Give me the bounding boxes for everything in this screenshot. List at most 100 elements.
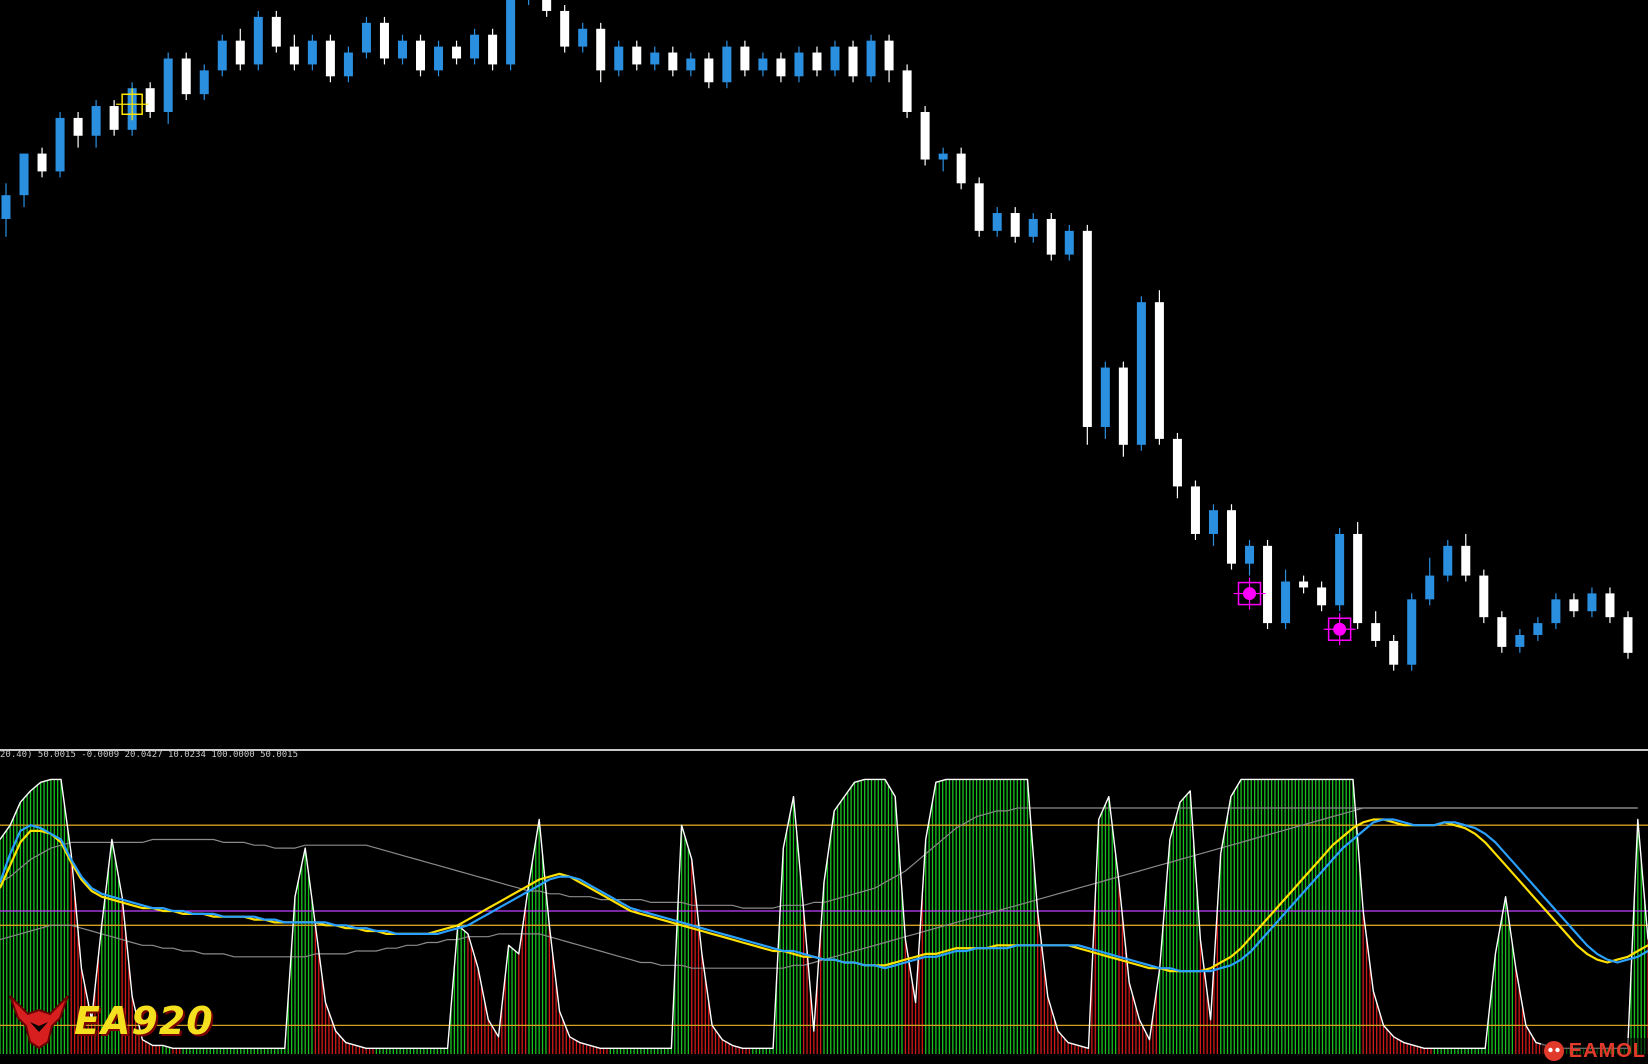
candle-body [506, 0, 516, 65]
candle-body [722, 46, 732, 83]
candle-body [470, 34, 480, 59]
candle-body [1479, 575, 1489, 618]
candle-body [1245, 545, 1255, 564]
eamol-watermark: EAMOL [1540, 1038, 1648, 1064]
candle-body [91, 106, 101, 136]
candle-body [1587, 593, 1597, 612]
candle-body [560, 10, 570, 47]
candle-body [1461, 545, 1471, 576]
candle-body [434, 46, 444, 71]
candle-body [1118, 367, 1128, 445]
candle-body [1353, 533, 1363, 624]
candle-body [542, 0, 552, 11]
candle-body [1082, 230, 1092, 427]
candle-body [920, 111, 930, 160]
candle-body [974, 183, 984, 231]
candle-body [1226, 510, 1236, 564]
candle-body [1371, 623, 1381, 641]
candle-body [704, 58, 714, 83]
candle-body [1172, 438, 1182, 487]
candle-body [37, 153, 47, 172]
candle-body [1605, 593, 1615, 618]
candle-body [217, 40, 227, 71]
candle-body [289, 46, 299, 65]
candle-body [1190, 486, 1200, 534]
candle-body [650, 52, 660, 65]
candle-body [794, 52, 804, 77]
buy-signal-marker [1323, 613, 1356, 646]
candle-body [307, 40, 317, 65]
candle-body [758, 58, 768, 71]
candle-body [19, 153, 29, 196]
candle-body [1064, 230, 1074, 255]
candle-body [271, 16, 281, 47]
eamol-logo-icon [1543, 1041, 1564, 1061]
candle-body [1551, 599, 1561, 624]
candle-body [235, 40, 245, 65]
buy-signal-dot [1333, 622, 1347, 636]
candle-body [1281, 581, 1291, 624]
candle-body [938, 153, 948, 160]
candle-body [956, 153, 966, 184]
candle-body [740, 46, 750, 71]
candle-body [343, 52, 353, 77]
candle-body [812, 52, 822, 71]
candle-body [830, 46, 840, 71]
candle-body [163, 58, 173, 112]
candle-body [488, 34, 498, 65]
candle-body [776, 58, 786, 77]
candle-body [884, 40, 894, 71]
candle-body [1569, 599, 1579, 612]
candle-body [632, 46, 642, 65]
candle-body [902, 70, 912, 112]
candle-body [596, 28, 606, 71]
ea920-logo: EA920 [8, 992, 214, 1050]
candle-body [379, 22, 389, 59]
candle-body [1299, 581, 1309, 588]
candle-body [1154, 302, 1164, 439]
candle-body [181, 58, 191, 95]
candle-body [992, 213, 1002, 231]
candle-body [199, 70, 209, 95]
candle-body [325, 40, 335, 77]
buy-signal-marker [1233, 577, 1266, 610]
candle-body [1100, 367, 1110, 427]
candle-body [1407, 599, 1417, 665]
candle-body [1497, 617, 1507, 647]
ea920-logo-text: EA920 [74, 999, 214, 1043]
chart-canvas [0, 0, 1648, 1064]
candle-body [1533, 623, 1543, 635]
bull-head-icon [9, 995, 69, 1050]
candle-body [668, 52, 678, 71]
candle-body [578, 28, 588, 47]
indicator-header: 20.40) 50.0015 -0.0009 20.0427 10.0234 1… [0, 750, 299, 760]
eamol-logo-text: EAMOL [1568, 1039, 1646, 1062]
candle-body [1263, 545, 1273, 624]
candle-body [361, 22, 371, 53]
candle-body [1515, 635, 1525, 647]
candle-body [1443, 545, 1453, 576]
candle-body [1028, 218, 1038, 237]
candle-body [686, 58, 696, 71]
candle-body [1623, 617, 1633, 653]
candle-body [866, 40, 876, 77]
candle-body [1136, 302, 1146, 445]
buy-signal-dot [1243, 587, 1257, 601]
candle-body [253, 16, 263, 65]
candle-body [1389, 640, 1399, 665]
candle-body [1425, 575, 1435, 600]
candle-body [397, 40, 407, 59]
candle-body [1208, 510, 1218, 534]
candle-body [1335, 533, 1345, 606]
candle-body [1010, 213, 1020, 237]
candle-body [614, 46, 624, 71]
candle-body [848, 46, 858, 77]
candle-body [416, 40, 426, 71]
candle-body [1046, 218, 1056, 255]
candle-body [452, 46, 462, 59]
candle-body [109, 106, 119, 130]
candle-body [55, 117, 65, 172]
candle-body [1317, 587, 1327, 606]
candle-body [73, 117, 83, 136]
candle-body [1, 195, 11, 219]
